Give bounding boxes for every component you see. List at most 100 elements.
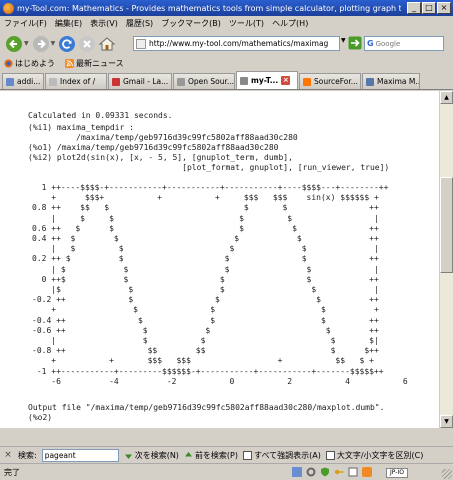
close-button[interactable]: ×	[437, 2, 451, 14]
output-line: (%i2) plot2d(sin(x), [x, - 5, 5], [gnupl…	[28, 153, 293, 162]
status-icons	[292, 467, 372, 477]
url-bar[interactable]: http://www.my-tool.com/mathematics/maxim…	[133, 36, 340, 51]
tab-label: Maxima M...	[377, 77, 420, 86]
status-bar: 完了 JP-IO	[0, 463, 453, 480]
url-text: http://www.my-tool.com/mathematics/maxim…	[149, 39, 329, 48]
scrollbar-thumb[interactable]	[440, 177, 453, 273]
page-info-icon[interactable]	[348, 467, 358, 477]
bookmark-label: はじめよう	[15, 59, 55, 68]
firefox-icon	[4, 59, 13, 68]
firefox-icon	[3, 2, 14, 14]
highlight-all-button[interactable]: すべて強調表示(A)	[243, 450, 321, 461]
output-line: Output file "/maxima/temp/geb9716d39c99f…	[28, 403, 385, 412]
case-checkbox[interactable]	[325, 450, 335, 460]
plot-line: |$ $ $ $ |	[32, 285, 379, 294]
tab-maxima[interactable]: Maxima M...	[362, 73, 420, 89]
reload-button[interactable]	[57, 34, 77, 54]
page-icon	[49, 77, 57, 86]
match-case-label: 大文字/小文字を区別(C)	[336, 450, 424, 460]
reload-icon	[59, 35, 76, 52]
tab-open-source[interactable]: Open Sour...	[173, 73, 235, 89]
plot-line: | $ $ $ $|	[32, 336, 379, 345]
forward-arrow-icon	[32, 35, 49, 52]
plot-line: 0.6 ++ $ $ $ $ ++	[32, 223, 379, 233]
highlight-all-label: すべて強調表示(A)	[254, 450, 321, 460]
menu-edit[interactable]: 編集(E)	[55, 18, 82, 29]
go-button-icon[interactable]	[348, 36, 362, 50]
home-button[interactable]	[97, 34, 117, 54]
plot-line: -0.6 ++ $ $ $ ++	[32, 325, 379, 335]
maximize-button[interactable]: □	[422, 2, 436, 14]
menu-tools[interactable]: ツール(T)	[229, 18, 264, 29]
page-icon	[177, 77, 185, 86]
find-prev-button[interactable]: 前を検索(P)	[184, 450, 238, 461]
arrow-up-icon	[184, 451, 192, 456]
bookmark-latest-news[interactable]: 最新ニュース	[65, 58, 124, 69]
tab-gmail[interactable]: Gmail - La...	[108, 73, 172, 89]
language-badge[interactable]: JP-IO	[386, 468, 408, 478]
tab-label: SourceFor...	[314, 77, 358, 86]
bookmark-getting-started[interactable]: はじめよう	[4, 58, 55, 69]
menu-help[interactable]: ヘルプ(H)	[272, 18, 308, 29]
tab-close-icon[interactable]: ×	[281, 76, 291, 85]
tab-my-tool[interactable]: my-T... ×	[236, 71, 298, 89]
plot-line: -0.2 ++ $ $ $ ++	[32, 295, 379, 305]
back-dropdown-icon[interactable]: ▼	[24, 40, 29, 47]
plot-line: -6 -4 -2 0 2 4 6	[32, 376, 408, 386]
tab-label: my-T...	[251, 76, 279, 85]
vertical-scrollbar[interactable]: ▲ ▼	[439, 91, 453, 428]
match-case-checkbox[interactable]: 大文字/小文字を区別(C)	[325, 450, 424, 461]
scroll-up-icon[interactable]: ▲	[440, 91, 453, 104]
gear-icon[interactable]	[306, 467, 316, 477]
key-icon[interactable]	[334, 467, 344, 477]
page-content: Calculated in 0.09331 seconds. (%i1) max…	[0, 91, 439, 428]
mytool-icon	[240, 76, 248, 85]
plot-line: 0.2 ++ $ $ $ $ ++	[32, 254, 379, 264]
stop-button[interactable]	[77, 34, 97, 54]
find-input[interactable]	[41, 448, 119, 462]
tab-strip: addi... Index of / Gmail - La... Open So…	[0, 71, 453, 90]
find-next-button[interactable]: 次を検索(N)	[124, 450, 179, 461]
close-find-icon[interactable]: ×	[3, 450, 13, 460]
back-button[interactable]	[4, 34, 24, 54]
plot-line: | $ $ $ $ |	[32, 264, 379, 274]
output-line: Calculated in 0.09331 seconds.	[28, 111, 173, 120]
tab-sourceforge[interactable]: SourceFor...	[299, 73, 361, 89]
scroll-down-icon[interactable]: ▼	[440, 415, 453, 428]
menu-bookmarks[interactable]: ブックマーク(B)	[161, 18, 221, 29]
minimize-button[interactable]: _	[407, 2, 421, 14]
resize-grip-icon[interactable]	[442, 469, 452, 479]
plot-line: -0.8 ++ $$ $$ $ $++	[32, 346, 379, 356]
search-input[interactable]	[375, 39, 434, 48]
plot-line: + $$$+ + + $$$ $$$ sin(x) $$$$$$ +	[32, 193, 379, 203]
tab-label: Open Sour...	[188, 77, 235, 86]
menu-view[interactable]: 表示(V)	[90, 18, 118, 29]
bookmarks-bar: はじめよう 最新ニュース	[0, 56, 453, 71]
plot-line: -0.4 ++ $ $ $ ++	[32, 315, 379, 325]
menu-history[interactable]: 履歴(S)	[126, 18, 153, 29]
sourceforge-icon	[303, 77, 311, 86]
gmail-icon	[112, 77, 120, 86]
shield-icon[interactable]	[320, 467, 330, 477]
tab-label: Gmail - La...	[123, 77, 169, 86]
find-label: 検索:	[18, 450, 37, 460]
url-dropdown-icon[interactable]: ▼	[341, 37, 346, 44]
menu-bar: ファイル(F) 編集(E) 表示(V) 履歴(S) ブックマーク(B) ツール(…	[0, 16, 453, 31]
plot-line: -1 ++-----------+---------$$$$$$-+------…	[32, 366, 384, 376]
tab-index[interactable]: Index of /	[45, 73, 107, 89]
search-box[interactable]: G	[364, 36, 444, 51]
plot-line: 0 ++$ $ $ $ ++	[32, 274, 379, 284]
window-title: my-Tool.com: Mathematics - Provides math…	[17, 3, 401, 13]
menu-file[interactable]: ファイル(F)	[4, 18, 47, 29]
find-next-label: 次を検索(N)	[134, 450, 179, 460]
site-favicon-icon	[136, 38, 146, 49]
forward-dropdown-icon[interactable]: ▼	[51, 40, 56, 47]
tab-addi[interactable]: addi...	[2, 73, 44, 89]
find-bar: × 検索: 次を検索(N) 前を検索(P) すべて強調表示(A) 大文字/小文字…	[0, 446, 453, 463]
highlight-checkbox[interactable]	[243, 450, 253, 460]
addon-icon[interactable]	[292, 467, 302, 477]
forward-button[interactable]	[31, 34, 51, 54]
output-line: [plot_format, gnuplot], [run_viewer, tru…	[28, 163, 390, 172]
rss-icon[interactable]	[362, 467, 372, 477]
plot-line: + + $$$ $$$ + $$ $ +	[32, 356, 374, 366]
